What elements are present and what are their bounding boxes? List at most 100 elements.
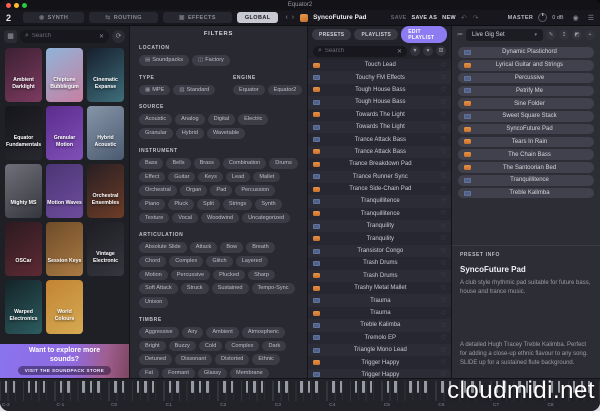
filter-chip[interactable]: Membrane xyxy=(230,367,269,378)
filter-chip[interactable]: Orchestral xyxy=(139,185,177,196)
favorite-heart-icon[interactable]: ♡ xyxy=(441,310,446,317)
filter-chip[interactable]: Piano xyxy=(139,198,166,210)
filter-chip[interactable]: Cold xyxy=(198,340,223,352)
filter-chip[interactable]: Woodwind xyxy=(201,212,240,224)
black-key[interactable] xyxy=(121,381,125,393)
filter-chip[interactable]: Buzzy xyxy=(168,340,196,352)
favorite-heart-icon[interactable]: ♡ xyxy=(441,334,446,341)
filter-chip[interactable]: Sharp xyxy=(248,269,275,281)
favorite-heart-icon[interactable]: ♡ xyxy=(441,285,446,292)
black-key[interactable] xyxy=(354,381,358,393)
filter-chip[interactable]: Synth xyxy=(255,198,282,210)
playlist-item[interactable]: Sine Folder xyxy=(458,98,594,109)
filter-chip[interactable]: Ethnic xyxy=(252,354,280,365)
soundpack-search[interactable]: ⌕ ✕ xyxy=(20,29,109,43)
black-key[interactable] xyxy=(206,381,209,393)
black-key[interactable] xyxy=(5,381,8,393)
favorite-heart-icon[interactable]: ♡ xyxy=(441,210,446,217)
black-key[interactable] xyxy=(176,381,179,393)
filter-chip[interactable]: Bass xyxy=(139,157,164,169)
playlist-item[interactable]: Sweet Square Stack xyxy=(458,111,594,122)
filter-chip[interactable]: Tempo-Sync xyxy=(251,283,295,295)
filter-chip[interactable]: Keys xyxy=(198,171,223,183)
favorite-heart-icon[interactable]: ♡ xyxy=(441,173,446,180)
filter-chip[interactable]: Bright xyxy=(139,340,166,352)
playlist-item[interactable]: The Chain Bass xyxy=(458,149,594,161)
filter-chip[interactable]: Fat xyxy=(139,367,160,378)
keyboard-octave[interactable]: C-1 xyxy=(54,381,110,408)
black-key[interactable] xyxy=(35,381,38,393)
favorite-heart-icon[interactable]: ♡ xyxy=(441,148,446,155)
favorite-heart-icon[interactable]: ♡ xyxy=(441,297,446,304)
filter-chip[interactable]: Chord xyxy=(139,256,167,267)
playlist-item[interactable]: Tranquillitence xyxy=(458,175,594,186)
filter-chip[interactable]: Struck xyxy=(180,283,209,295)
playlist-item[interactable]: The Santoorian Bed xyxy=(458,162,594,173)
favorite-heart-icon[interactable]: ♡ xyxy=(441,124,446,131)
preset-row[interactable]: Towards The Light ♡ xyxy=(308,108,451,121)
black-key[interactable] xyxy=(386,381,390,393)
filter-chip[interactable]: Combination xyxy=(222,157,267,169)
filter-chip[interactable]: Pluck xyxy=(168,198,194,210)
filter-chip[interactable]: Electric xyxy=(238,114,269,126)
master-volume-knob[interactable] xyxy=(538,13,548,22)
soundpack-thumbnail[interactable]: Cinematic Expanse xyxy=(87,48,124,102)
playlist-item[interactable]: Tears In Rain xyxy=(458,136,594,148)
filter-chip[interactable]: Texture xyxy=(139,212,170,224)
filter-chip[interactable]: Soft Attack xyxy=(139,283,178,295)
black-key[interactable] xyxy=(151,381,155,393)
filter-chip[interactable]: Equator xyxy=(233,84,265,96)
favorite-heart-icon[interactable]: ♡ xyxy=(441,359,446,366)
preset-row[interactable]: Tranquillitence ♡ xyxy=(308,195,451,208)
rename-pencil-icon[interactable]: ✎ xyxy=(546,29,556,40)
filter-chip[interactable]: Motion xyxy=(139,269,168,281)
filter-chip[interactable]: Glitch xyxy=(206,256,233,267)
filter-chip[interactable]: Dark xyxy=(262,340,287,352)
save-button[interactable]: SAVE xyxy=(391,15,407,21)
filter-chip[interactable]: Percussion xyxy=(235,185,275,196)
filter-chip[interactable]: ▤ Soundpacks xyxy=(139,55,189,66)
filter-chip[interactable]: Brass xyxy=(193,157,220,169)
black-key[interactable] xyxy=(339,381,343,393)
preset-row[interactable]: Tranquility ♡ xyxy=(308,220,451,233)
playlist-item[interactable]: Lyrical Guitar and Strings xyxy=(458,59,594,71)
clear-search-icon[interactable]: ✕ xyxy=(397,48,402,55)
filter-chip[interactable]: Absolute Slide xyxy=(139,242,187,254)
black-key[interactable] xyxy=(394,381,397,393)
preset-row[interactable]: Tremolo EP ♡ xyxy=(308,331,451,344)
filter-chip[interactable]: Equator2 xyxy=(267,84,303,96)
black-key[interactable] xyxy=(245,381,249,393)
playlist-item[interactable]: Dynamic Plastichord xyxy=(458,47,594,58)
filter-chip[interactable]: Airy xyxy=(181,326,204,338)
soundpack-thumbnail[interactable]: Session Keys xyxy=(46,222,83,276)
filter-chip[interactable]: ▥ Standard xyxy=(173,84,216,96)
black-key[interactable] xyxy=(59,381,63,393)
routing-tab-button[interactable]: ⇆ ROUTING xyxy=(89,12,158,23)
favorite-heart-icon[interactable]: ♡ xyxy=(441,198,446,205)
black-key[interactable] xyxy=(315,381,318,393)
filter-chip[interactable]: Percussive xyxy=(170,269,211,281)
visit-store-button[interactable]: VISIT THE SOUNDPACK STORE xyxy=(17,365,112,375)
filter-chip[interactable]: Hybrid xyxy=(175,128,204,139)
filter-chip[interactable]: Distorted xyxy=(215,354,250,365)
black-key[interactable] xyxy=(362,381,365,393)
keyboard-octave[interactable]: C3 xyxy=(272,381,328,408)
filter-chip[interactable]: Formant xyxy=(162,367,195,378)
effects-tab-button[interactable]: ▣ EFFECTS xyxy=(162,12,232,23)
preset-row[interactable]: Tranquility ♡ xyxy=(308,232,451,245)
filter-chip[interactable]: Pad xyxy=(210,185,233,196)
favorite-heart-icon[interactable]: ♡ xyxy=(441,62,446,69)
preset-row[interactable]: Trance Attack Bass ♡ xyxy=(308,133,451,146)
soundpack-thumbnail[interactable]: Granular Motion xyxy=(46,106,83,160)
keyboard-octave[interactable]: C5 xyxy=(381,381,437,408)
preset-row[interactable]: Trigger Happy ♡ xyxy=(308,356,451,369)
playlist-item[interactable]: Petrify Me xyxy=(458,85,594,97)
keyboard-octave[interactable]: C4 xyxy=(327,381,382,408)
favorite-heart-icon[interactable]: ♡ xyxy=(441,272,446,279)
soundpack-thumbnail[interactable]: Hybrid Acoustic xyxy=(87,106,124,160)
preset-row[interactable]: Trauma ♡ xyxy=(308,306,451,320)
filter-chip[interactable]: Digital xyxy=(207,114,236,126)
filter-chip[interactable]: Unison xyxy=(139,297,169,308)
favorite-heart-icon[interactable]: ♡ xyxy=(441,347,446,354)
preset-row[interactable]: Tranquillitence ♡ xyxy=(308,207,451,221)
